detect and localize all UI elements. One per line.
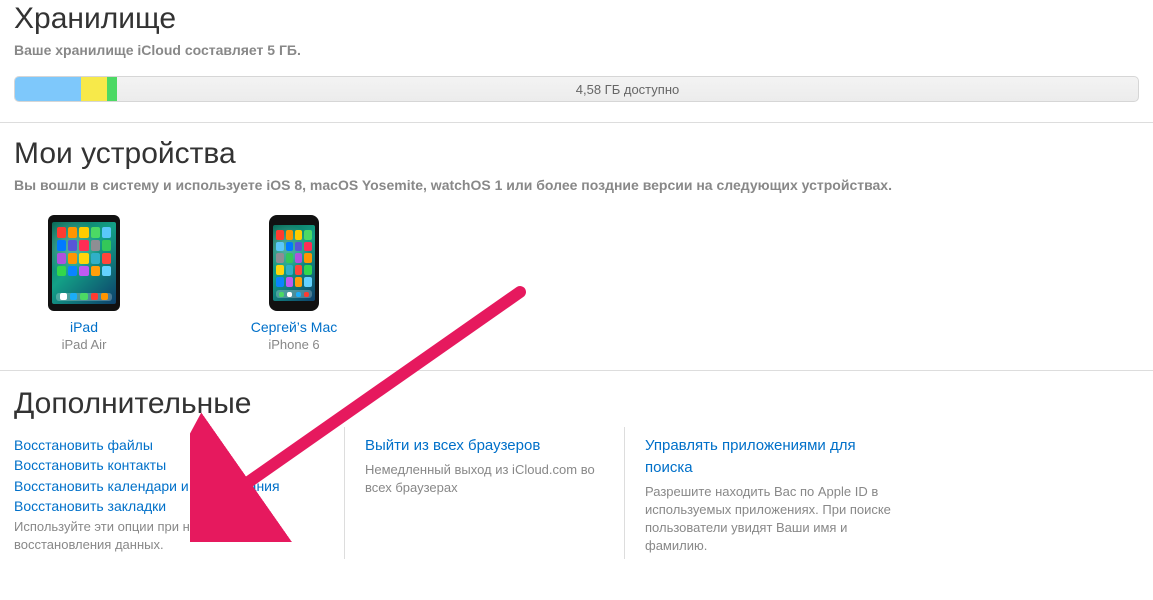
device-model: iPad Air — [14, 337, 154, 352]
device-thumb-ipad — [48, 215, 120, 311]
advanced-col-signout: Выйти из всех браузеров Немедленный выхо… — [344, 427, 624, 559]
storage-seg-photos — [15, 77, 81, 101]
storage-seg-backup — [107, 77, 117, 101]
device-name[interactable]: Сергей’s Mac — [224, 319, 364, 335]
storage-subtitle: Ваше хранилище iCloud составляет 5 ГБ. — [14, 42, 1139, 58]
device-name-link[interactable]: Сергей’s Mac — [251, 319, 338, 335]
restore-files-link[interactable]: Восстановить файлы — [14, 435, 320, 455]
advanced-col-restore: Восстановить файлы Восстановить контакты… — [14, 427, 344, 559]
device-model: iPhone 6 — [224, 337, 364, 352]
device-name[interactable]: iPad — [14, 319, 154, 335]
storage-seg-docs — [81, 77, 107, 101]
devices-subtitle: Вы вошли в систему и используете iOS 8, … — [14, 177, 1139, 193]
storage-title: Хранилище — [14, 2, 1139, 36]
restore-note: Используйте эти опции при необходимости … — [14, 518, 320, 554]
lookup-note: Разрешите находить Вас по Apple ID в исп… — [645, 483, 900, 556]
restore-calendars-link[interactable]: Восстановить календари и напоминания — [14, 476, 320, 496]
device-thumb-iphone — [269, 215, 319, 311]
device-item[interactable]: iPad iPad Air — [14, 215, 154, 352]
restore-contacts-link[interactable]: Восстановить контакты — [14, 455, 320, 475]
devices-section: Мои устройства Вы вошли в систему и испо… — [0, 123, 1153, 193]
device-name-link[interactable]: iPad — [70, 319, 98, 335]
restore-bookmarks-link[interactable]: Восстановить закладки — [14, 496, 320, 516]
signout-all-link[interactable]: Выйти из всех браузеров — [365, 435, 600, 457]
storage-section: Хранилище Ваше хранилище iCloud составля… — [0, 2, 1153, 58]
advanced-title: Дополнительные — [14, 387, 1139, 421]
storage-bar[interactable]: 4,58 ГБ доступно — [14, 76, 1139, 102]
storage-free-label: 4,58 ГБ доступно — [117, 77, 1138, 101]
advanced-section: Дополнительные Восстановить файлы Восста… — [0, 371, 1153, 583]
storage-bar-container: 4,58 ГБ доступно — [0, 76, 1153, 122]
devices-title: Мои устройства — [14, 137, 1139, 171]
devices-row: iPad iPad Air Сергей’s Mac iPhone 6 — [0, 211, 1153, 370]
advanced-col-lookup: Управлять приложениями для поиска Разреш… — [624, 427, 924, 559]
signout-note: Немедленный выход из iCloud.com во всех … — [365, 461, 600, 497]
device-item[interactable]: Сергей’s Mac iPhone 6 — [224, 215, 364, 352]
manage-lookup-apps-link[interactable]: Управлять приложениями для поиска — [645, 435, 900, 479]
